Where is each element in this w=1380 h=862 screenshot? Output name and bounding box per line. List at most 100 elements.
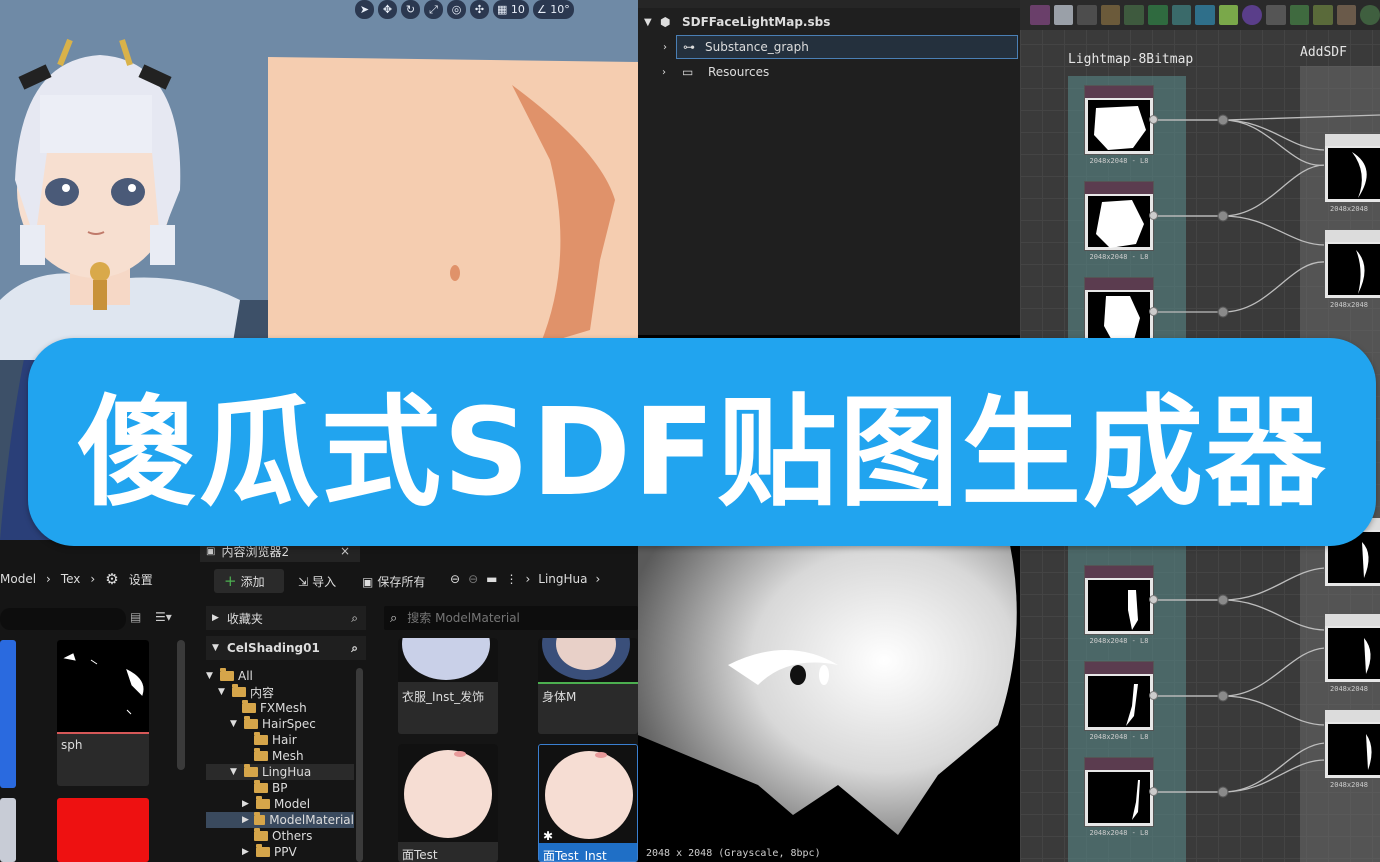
blend-node[interactable]	[1324, 133, 1380, 203]
node-output-port[interactable]	[1149, 211, 1158, 220]
move-tool-button[interactable]: ✥	[378, 0, 397, 19]
scale-tool-button[interactable]: ⤢	[424, 0, 443, 19]
grid-snap-button[interactable]: ▦ 10	[493, 0, 529, 19]
asset-label: 面Test	[402, 848, 438, 862]
asset-search[interactable]: ⌕	[384, 606, 638, 630]
breadcrumb-tex[interactable]: Tex	[61, 572, 81, 586]
import-label: 导入	[312, 575, 337, 589]
favorites-header[interactable]: ▶ 收藏夹 ⌕	[206, 606, 366, 630]
chevron-right-icon: ›	[662, 66, 666, 78]
folder-linghua[interactable]: ▼ LingHua	[206, 764, 354, 780]
graph-icon: ⊶	[683, 40, 695, 54]
folder-fxmesh[interactable]: FXMesh	[242, 700, 307, 716]
asset-search-input[interactable]	[405, 610, 610, 626]
asset-label: 衣服_Inst_发饰	[402, 690, 485, 704]
chevron-right-icon: ›	[595, 572, 601, 586]
node-output-port[interactable]	[1149, 115, 1158, 124]
forward-icon[interactable]: ⊖	[468, 572, 478, 586]
asset-card[interactable]: 身体M	[538, 638, 638, 734]
bitmap-node[interactable]	[1084, 181, 1154, 251]
bitmap-node[interactable]	[1084, 661, 1154, 731]
node-caption: 2048x2048 - L8	[1089, 253, 1149, 261]
filter-icon[interactable]: ☰▾	[155, 610, 172, 624]
folder-model[interactable]: ▶ Model	[242, 796, 310, 812]
blend-node[interactable]	[1324, 709, 1380, 779]
blend-node[interactable]	[1324, 613, 1380, 683]
explorer-top-bar	[638, 0, 1020, 8]
chevron-down-icon: ▼	[218, 687, 225, 697]
folder-mesh[interactable]: Mesh	[254, 748, 304, 764]
asset-thumb-partial[interactable]	[0, 798, 16, 862]
search-icon[interactable]: ⌕	[351, 641, 358, 656]
bitmap-node[interactable]	[1084, 565, 1154, 635]
content-browser-1-path: Model › Tex › ⚙ 设置	[0, 570, 153, 588]
folder-modelmaterial[interactable]: ▶ ModelMaterial	[206, 812, 354, 828]
add-button[interactable]: + 添加	[214, 569, 284, 593]
asset-card-sph[interactable]: sph	[57, 640, 149, 786]
folder-tree: ▼ All ▼ 内容 FXMesh ▼ HairSpec Hair Mesh ▼ Lin…	[206, 664, 354, 862]
angle-snap-button[interactable]: ∠ 10°	[532, 0, 574, 19]
scale-icon: ⤢	[429, 2, 438, 16]
chevron-right-icon: ›	[525, 572, 531, 586]
folder-others[interactable]: Others	[254, 828, 312, 844]
node-output-port[interactable]	[1149, 787, 1158, 796]
back-icon[interactable]: ⊖	[450, 572, 460, 586]
folder-bp[interactable]: BP	[254, 780, 287, 796]
folder-ppv[interactable]: ▶ PPV	[242, 844, 297, 860]
scrollbar[interactable]	[177, 640, 185, 770]
world-local-button[interactable]: ◎	[447, 0, 466, 19]
path-linghua[interactable]: LingHua	[538, 572, 587, 586]
search-input-1[interactable]	[0, 608, 126, 630]
node-output-port[interactable]	[1149, 307, 1158, 316]
node-output-port[interactable]	[1149, 595, 1158, 604]
path-bar: ⊖ ⊖ ▬ ⋮ › LingHua ›	[450, 572, 600, 586]
chevron-right-icon: ›	[663, 41, 667, 53]
close-icon[interactable]: ×	[340, 544, 350, 558]
add-label: 添加	[240, 574, 265, 589]
node-caption: 2048x2048 - L8	[1089, 157, 1149, 165]
chevron-down-icon: ▼	[206, 671, 213, 681]
breadcrumb-model[interactable]: Model	[0, 572, 36, 586]
folder-icon[interactable]: ▬	[486, 572, 497, 586]
node-caption: 2048x2048 - L8	[1089, 829, 1149, 837]
explorer-package-row[interactable]: ▼ ⬢ SDFFaceLightMap.sbs	[644, 10, 830, 34]
bitmap-node[interactable]	[1084, 277, 1154, 347]
save-search-icon[interactable]: ▤	[130, 610, 141, 624]
material-sphere-thumbnail	[404, 750, 492, 838]
surface-snap-button[interactable]: ✣	[470, 0, 489, 19]
bitmap-node[interactable]	[1084, 85, 1154, 155]
bitmap-node[interactable]	[1084, 757, 1154, 827]
search-icon: ⌕	[390, 610, 398, 626]
folder-icon	[232, 684, 246, 697]
save-all-button[interactable]: ▣ 保存所有	[362, 573, 425, 590]
folder-label: 内容	[250, 685, 275, 700]
gear-icon[interactable]: ⚙	[105, 570, 118, 588]
asset-card[interactable]: 衣服_Inst_发饰	[398, 638, 498, 734]
grid-snap-value: 10	[510, 3, 525, 16]
folder-icon	[244, 716, 258, 729]
asset-card-selected[interactable]: ✱ 面Test_Inst	[538, 744, 638, 862]
project-header[interactable]: ▼ CelShading01 ⌕	[206, 636, 366, 660]
folder-content[interactable]: ▼ 内容	[218, 684, 274, 700]
asset-card[interactable]: 面Test	[398, 744, 498, 862]
folder-all[interactable]: ▼ All	[206, 668, 354, 684]
explorer-item-substance-graph[interactable]: › ⊶ Substance_graph	[663, 35, 1018, 59]
asset-thumb-partial[interactable]	[0, 640, 16, 788]
chevron-right-icon: ›	[46, 572, 51, 586]
node-output-port[interactable]	[1149, 691, 1158, 700]
select-tool-button[interactable]: ➤	[355, 0, 374, 19]
folder-icon	[254, 812, 266, 825]
tree-scrollbar[interactable]	[356, 668, 363, 862]
explorer-item-resources[interactable]: › ▭ Resources	[662, 60, 769, 84]
asset-card-red[interactable]	[57, 798, 149, 862]
folder-hair[interactable]: Hair	[254, 732, 297, 748]
folder-hairspec[interactable]: ▼ HairSpec	[230, 716, 316, 732]
content-browser-1: Model › Tex › ⚙ 设置 ▤ ☰▾ sph	[0, 540, 200, 862]
settings-label[interactable]: 设置	[129, 571, 153, 588]
folder-label: PPV	[274, 845, 297, 859]
blend-node[interactable]	[1324, 229, 1380, 299]
material-sphere-thumbnail	[402, 638, 490, 680]
rotate-tool-button[interactable]: ↻	[401, 0, 420, 19]
search-icon[interactable]: ⌕	[351, 611, 358, 626]
import-button[interactable]: ⇲ 导入	[298, 573, 336, 590]
